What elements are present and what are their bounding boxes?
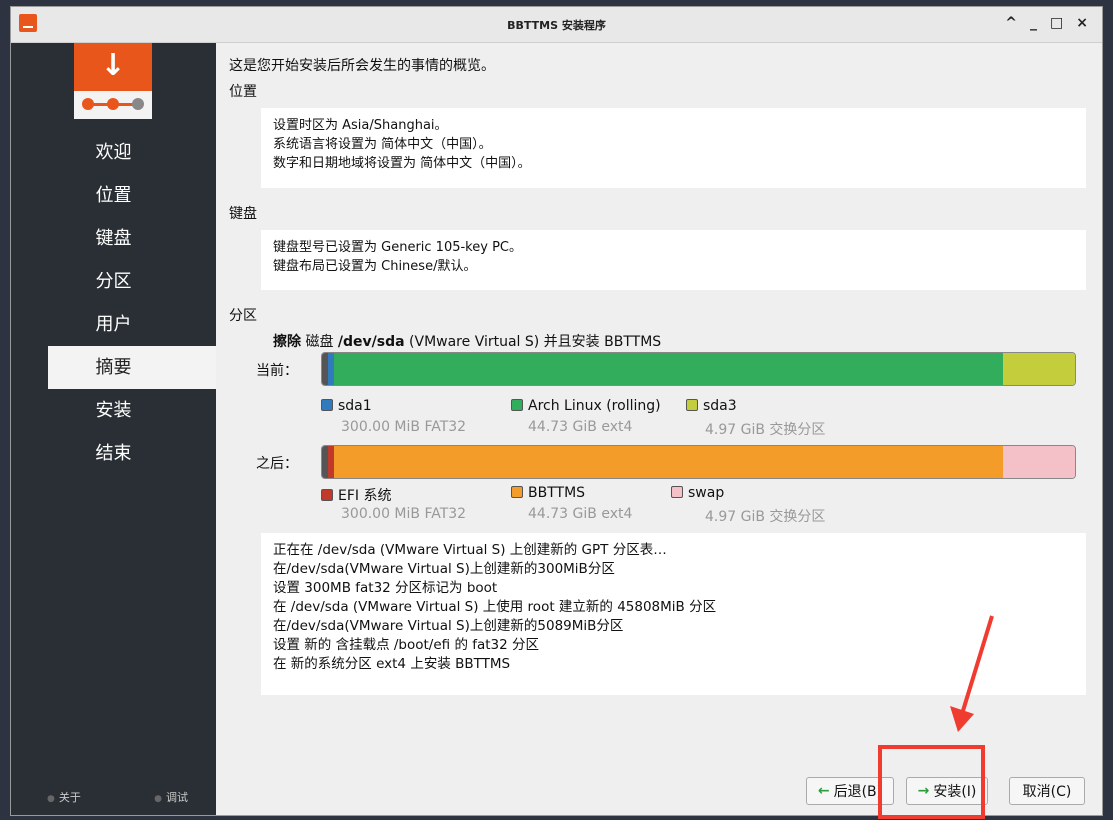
operation-line: 正在在 /dev/sda (VMware Virtual S) 上创建新的 GP…	[273, 542, 667, 558]
title-bar: BBTTMS 安装程序 ^ _ □ ×	[11, 7, 1102, 43]
cancel-button-label: 取消(C)	[1022, 784, 1072, 800]
keyboard-heading: 键盘	[229, 206, 257, 222]
legend-detail: 44.73 GiB ext4	[528, 419, 633, 435]
current-seg-4	[1003, 353, 1075, 385]
legend-detail: 300.00 MiB FAT32	[341, 506, 467, 522]
sidebar-item-summary: 摘要	[48, 346, 216, 389]
location-line: 系统语言将设置为 简体中文（中国）。	[273, 137, 492, 152]
keyboard-line: 键盘布局已设置为 Chinese/默认。	[273, 259, 477, 274]
sidebar-item-welcome: 欢迎	[95, 142, 132, 163]
sidebar-item-install: 安装	[95, 400, 132, 421]
location-panel: 设置时区为 Asia/Shanghai。 系统语言将设置为 简体中文（中国）。 …	[261, 108, 1086, 188]
keyboard-line: 键盘型号已设置为 Generic 105-key PC。	[273, 240, 522, 255]
current-partition-bar	[321, 352, 1076, 386]
legend-bbttms: BBTTMS	[528, 485, 586, 501]
about-button[interactable]: 关于	[47, 789, 81, 805]
erase-description: 擦除 磁盘 /dev/sda (VMware Virtual S) 并且安装 B…	[273, 334, 662, 350]
legend-arch: Arch Linux (rolling)	[528, 398, 661, 414]
legend-detail: 4.97 GiB 交换分区	[705, 509, 826, 525]
minimize-button[interactable]: _	[1030, 15, 1037, 31]
sidebar-item-partition: 分区	[95, 271, 132, 292]
partition-heading: 分区	[229, 308, 257, 324]
after-partition-bar	[321, 445, 1076, 479]
legend-swap: swap	[688, 485, 725, 501]
legend-detail: 44.73 GiB ext4	[528, 506, 633, 522]
window-title: BBTTMS 安装程序	[507, 19, 606, 32]
after-label: 之后：	[256, 456, 298, 472]
shade-button[interactable]: ^	[1005, 15, 1017, 31]
download-arrow-icon: ↓	[74, 43, 152, 91]
operation-line: 设置 300MB fat32 分区标记为 boot	[273, 580, 498, 596]
current-seg-3	[334, 353, 1003, 385]
sidebar: ↓ 欢迎 位置 键盘 分区 用户 摘要 安装 结束 关于 调试	[11, 43, 216, 815]
legend-detail: 300.00 MiB FAT32	[341, 419, 467, 435]
close-button[interactable]: ×	[1076, 15, 1088, 31]
legend-detail: 4.97 GiB 交换分区	[705, 422, 826, 438]
back-button-label: 后退(B)	[833, 784, 883, 800]
cancel-button[interactable]: 取消(C)	[1009, 777, 1085, 805]
location-line: 设置时区为 Asia/Shanghai。	[273, 118, 448, 133]
sidebar-item-location: 位置	[95, 185, 132, 206]
sidebar-item-keyboard: 键盘	[95, 228, 132, 249]
after-seg-3	[334, 446, 1003, 478]
summary-intro: 这是您开始安装后所会发生的事情的概览。	[229, 58, 495, 74]
sidebar-item-finish: 结束	[95, 443, 132, 464]
legend-efi: EFI 系统	[338, 488, 392, 504]
location-line: 数字和日期地域将设置为 简体中文（中国）。	[273, 156, 531, 171]
location-heading: 位置	[229, 84, 257, 100]
current-label: 当前：	[256, 363, 298, 379]
red-arrow-annotation	[950, 615, 994, 732]
progress-logo	[74, 91, 152, 119]
keyboard-panel: 键盘型号已设置为 Generic 105-key PC。 键盘布局已设置为 Ch…	[261, 230, 1086, 290]
legend-sda3: sda3	[703, 398, 737, 414]
arrow-left-icon: ←	[817, 783, 830, 799]
install-highlight-box	[878, 745, 985, 819]
legend-sda1: sda1	[338, 398, 372, 414]
maximize-button[interactable]: □	[1050, 15, 1063, 31]
sidebar-item-users: 用户	[95, 314, 132, 335]
sidebar-nav: 欢迎 位置 键盘 分区 用户 摘要 安装 结束	[11, 131, 216, 475]
after-seg-4	[1003, 446, 1075, 478]
debug-button[interactable]: 调试	[154, 789, 188, 805]
operation-line: 在/dev/sda(VMware Virtual S)上创建新的300MiB分区	[273, 561, 615, 577]
